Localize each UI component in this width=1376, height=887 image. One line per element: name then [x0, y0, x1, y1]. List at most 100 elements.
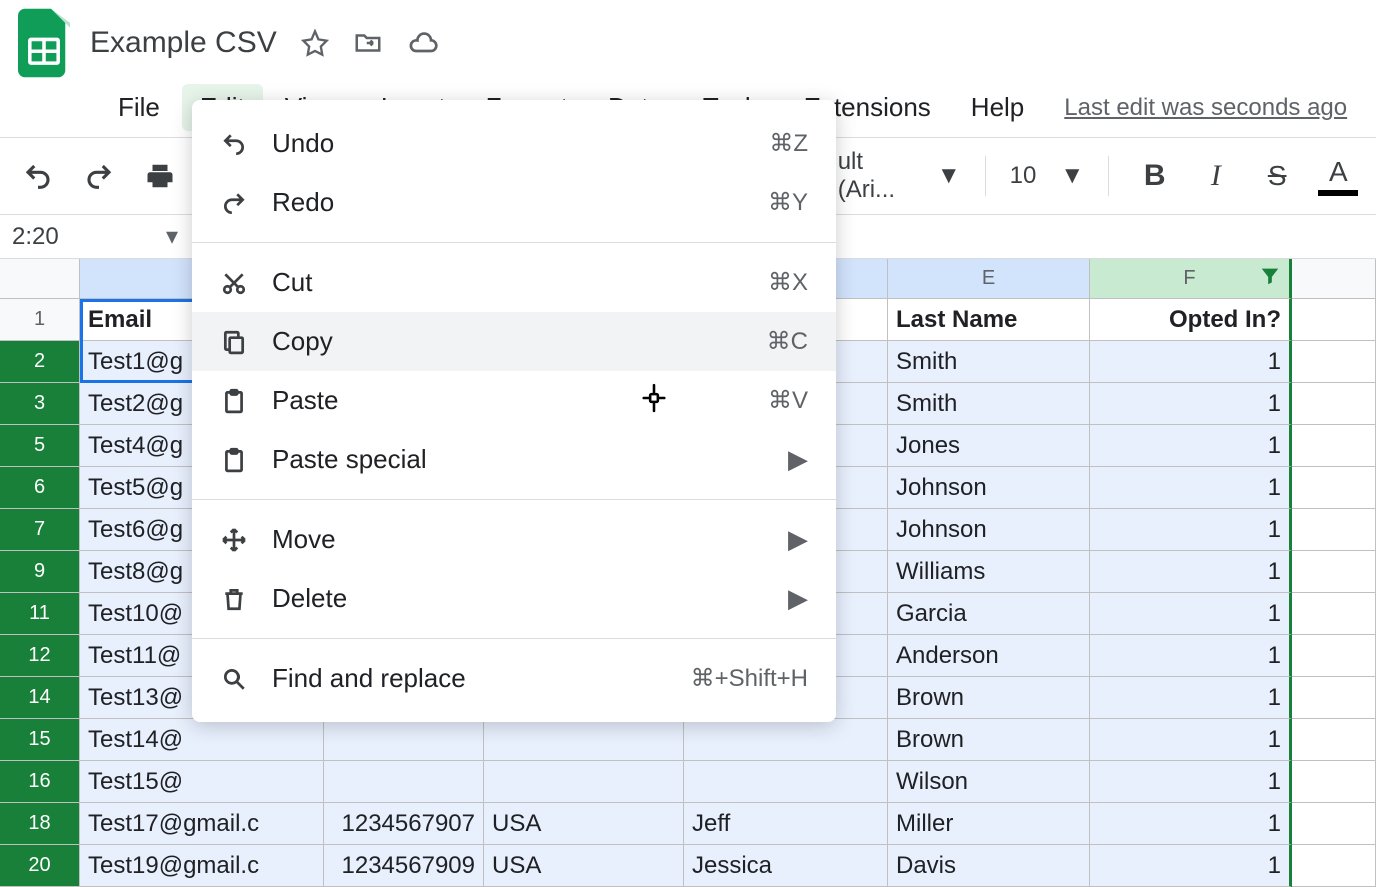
- menu-item-paste[interactable]: Paste⌘V: [192, 371, 836, 430]
- cell[interactable]: USA: [484, 845, 684, 887]
- row-header[interactable]: 9: [0, 551, 80, 593]
- cell[interactable]: [684, 719, 888, 761]
- cell[interactable]: Jeff: [684, 803, 888, 845]
- cell[interactable]: Jessica: [684, 845, 888, 887]
- cell[interactable]: Wilson: [888, 761, 1090, 803]
- row-header[interactable]: 7: [0, 509, 80, 551]
- cell[interactable]: Jones: [888, 425, 1090, 467]
- bold-button[interactable]: B: [1133, 154, 1176, 198]
- menu-help[interactable]: Help: [953, 84, 1042, 131]
- cell[interactable]: [1292, 803, 1376, 845]
- cell[interactable]: [484, 761, 684, 803]
- cell[interactable]: 1: [1090, 593, 1292, 635]
- cell[interactable]: Brown: [888, 677, 1090, 719]
- menu-item-find-and-replace[interactable]: Find and replace⌘+Shift+H: [192, 649, 836, 708]
- cell[interactable]: 1234567907: [324, 803, 484, 845]
- cell[interactable]: Test15@: [80, 761, 324, 803]
- cell[interactable]: USA: [484, 803, 684, 845]
- col-header-g[interactable]: [1292, 259, 1376, 299]
- menu-file[interactable]: File: [100, 84, 178, 131]
- font-family-select[interactable]: ult (Ari... ▼: [838, 148, 961, 204]
- cell[interactable]: Opted In?: [1090, 299, 1292, 341]
- cell[interactable]: 1: [1090, 761, 1292, 803]
- row-header[interactable]: 14: [0, 677, 80, 719]
- cell[interactable]: [484, 719, 684, 761]
- cell[interactable]: Last Name: [888, 299, 1090, 341]
- cell[interactable]: Smith: [888, 383, 1090, 425]
- cell[interactable]: [1292, 677, 1376, 719]
- font-size-select[interactable]: 10 ▼: [1010, 162, 1084, 190]
- cell[interactable]: 1: [1090, 845, 1292, 887]
- row-header[interactable]: 15: [0, 719, 80, 761]
- cell[interactable]: 1: [1090, 425, 1292, 467]
- cell[interactable]: 1: [1090, 677, 1292, 719]
- print-icon[interactable]: [138, 154, 181, 198]
- cell[interactable]: 1: [1090, 803, 1292, 845]
- cell[interactable]: [1292, 635, 1376, 677]
- cell[interactable]: [684, 761, 888, 803]
- cell[interactable]: Garcia: [888, 593, 1090, 635]
- cell[interactable]: [1292, 467, 1376, 509]
- undo-icon[interactable]: [16, 154, 59, 198]
- cell[interactable]: [1292, 299, 1376, 341]
- name-box[interactable]: 2:20 ▾: [0, 222, 190, 251]
- row-header[interactable]: 2: [0, 341, 80, 383]
- cell[interactable]: [1292, 341, 1376, 383]
- cell[interactable]: [1292, 593, 1376, 635]
- row-header[interactable]: 12: [0, 635, 80, 677]
- italic-button[interactable]: I: [1194, 154, 1237, 198]
- cell[interactable]: [1292, 425, 1376, 467]
- text-color-button[interactable]: A: [1317, 154, 1360, 198]
- row-header[interactable]: 11: [0, 593, 80, 635]
- cell[interactable]: [1292, 719, 1376, 761]
- cell[interactable]: Test14@: [80, 719, 324, 761]
- cell[interactable]: Smith: [888, 341, 1090, 383]
- document-title[interactable]: Example CSV: [90, 26, 277, 60]
- cell[interactable]: [324, 761, 484, 803]
- cell[interactable]: 1: [1090, 341, 1292, 383]
- select-all-corner[interactable]: [0, 259, 80, 299]
- cell[interactable]: [1292, 845, 1376, 887]
- cell[interactable]: Test19@gmail.c: [80, 845, 324, 887]
- row-header[interactable]: 18: [0, 803, 80, 845]
- menu-item-cut[interactable]: Cut⌘X: [192, 253, 836, 312]
- cell[interactable]: 1: [1090, 719, 1292, 761]
- row-header[interactable]: 6: [0, 467, 80, 509]
- menu-item-redo[interactable]: Redo⌘Y: [192, 173, 836, 232]
- cell[interactable]: [1292, 551, 1376, 593]
- row-header[interactable]: 5: [0, 425, 80, 467]
- cell[interactable]: 1: [1090, 383, 1292, 425]
- col-header-e[interactable]: E: [888, 259, 1090, 299]
- cell[interactable]: Johnson: [888, 467, 1090, 509]
- cell[interactable]: 1: [1090, 551, 1292, 593]
- cell[interactable]: Miller: [888, 803, 1090, 845]
- last-edit-link[interactable]: Last edit was seconds ago: [1064, 94, 1347, 122]
- menu-item-move[interactable]: Move▶: [192, 510, 836, 569]
- strikethrough-button[interactable]: S: [1256, 154, 1299, 198]
- cell[interactable]: [1292, 509, 1376, 551]
- cell[interactable]: Anderson: [888, 635, 1090, 677]
- sheets-logo[interactable]: [16, 8, 72, 78]
- row-header[interactable]: 3: [0, 383, 80, 425]
- cell[interactable]: [1292, 761, 1376, 803]
- cell[interactable]: 1: [1090, 509, 1292, 551]
- menu-item-copy[interactable]: Copy⌘C: [192, 312, 836, 371]
- cell[interactable]: 1: [1090, 467, 1292, 509]
- col-header-f[interactable]: F: [1090, 259, 1292, 299]
- cell[interactable]: [324, 719, 484, 761]
- redo-icon[interactable]: [77, 154, 120, 198]
- cell[interactable]: 1: [1090, 635, 1292, 677]
- row-header[interactable]: 20: [0, 845, 80, 887]
- cell[interactable]: Williams: [888, 551, 1090, 593]
- cell[interactable]: Johnson: [888, 509, 1090, 551]
- row-header[interactable]: 1: [0, 299, 80, 341]
- row-header[interactable]: 16: [0, 761, 80, 803]
- menu-item-paste-special[interactable]: Paste special▶: [192, 430, 836, 489]
- cloud-status-icon[interactable]: [407, 27, 439, 59]
- menu-item-delete[interactable]: Delete▶: [192, 569, 836, 628]
- filter-icon[interactable]: [1259, 265, 1281, 293]
- star-icon[interactable]: [301, 29, 329, 57]
- cell[interactable]: [1292, 383, 1376, 425]
- cell[interactable]: Test17@gmail.c: [80, 803, 324, 845]
- cell[interactable]: Brown: [888, 719, 1090, 761]
